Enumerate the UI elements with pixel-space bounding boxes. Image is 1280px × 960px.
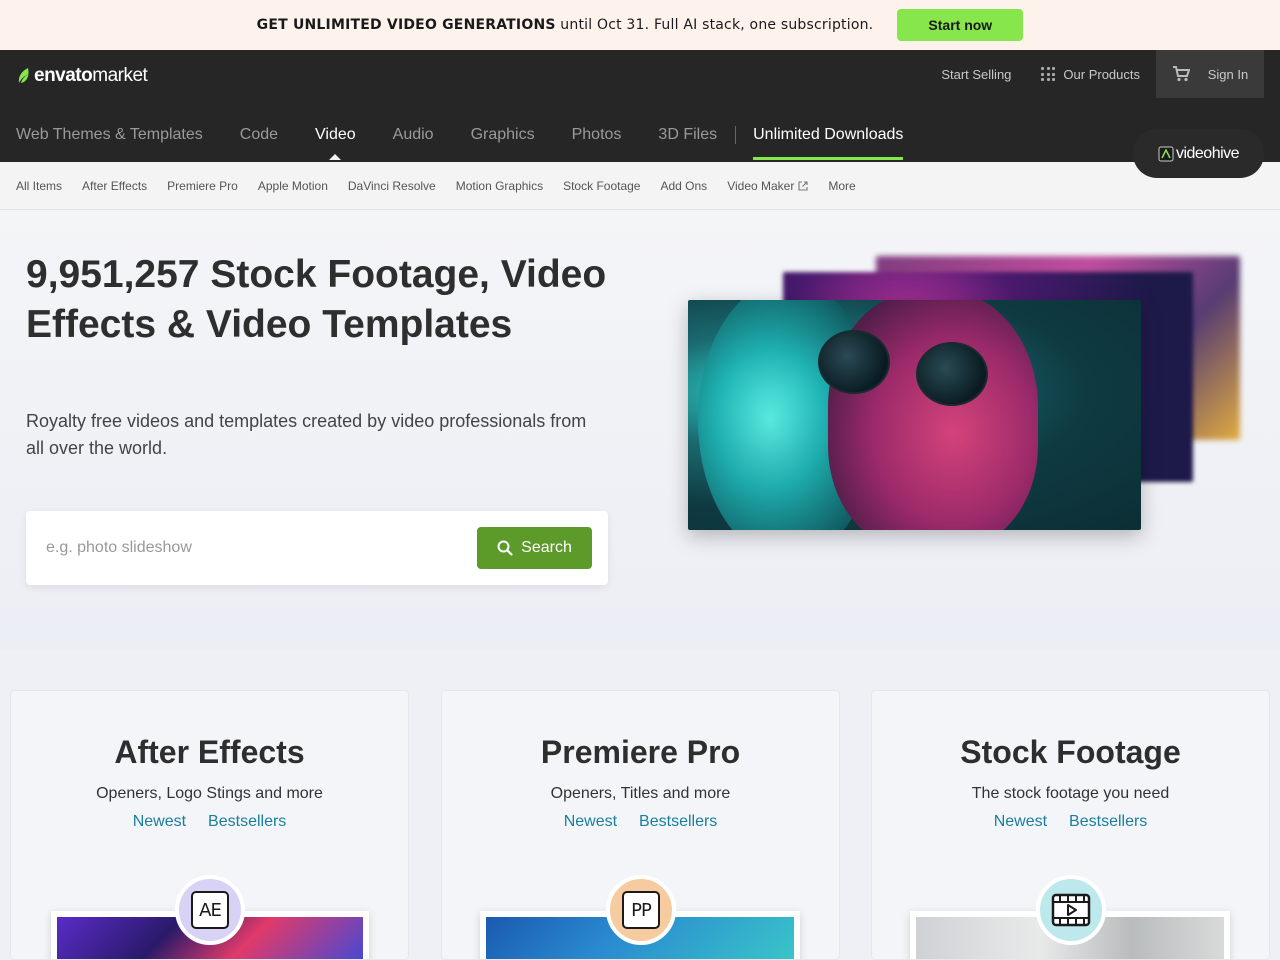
subnav-davinci-resolve[interactable]: DaVinci Resolve: [348, 179, 436, 193]
nav-divider: [735, 126, 737, 144]
grid-icon: [1041, 67, 1056, 81]
subnav-all-items[interactable]: All Items: [16, 179, 62, 193]
bestsellers-link[interactable]: Bestsellers: [208, 813, 286, 831]
card-subtitle: The stock footage you need: [971, 785, 1170, 802]
main-nav: Web Themes & Templates Code Video Audio …: [16, 112, 904, 160]
our-products-label: Our Products: [1063, 66, 1140, 82]
hero-image-front: [688, 300, 1141, 530]
card-title: Stock Footage: [960, 734, 1181, 770]
start-now-button[interactable]: Start now: [897, 9, 1024, 41]
nav-3d-files[interactable]: 3D Files: [658, 112, 717, 160]
hero-section: 9,951,257 Stock Footage, Video Effects &…: [0, 210, 1280, 650]
hero-title: 9,951,257 Stock Footage, Video Effects &…: [26, 253, 607, 346]
hero-image-sunglass-right: [916, 342, 988, 406]
ae-icon: AE: [191, 891, 229, 929]
film-play-icon: [1051, 893, 1091, 927]
promo-text: GET UNLIMITED VIDEO GENERATIONS until Oc…: [257, 17, 874, 33]
bestsellers-link[interactable]: Bestsellers: [639, 813, 717, 831]
card-links: Newest Bestsellers: [11, 813, 408, 831]
logo-light: market: [92, 65, 148, 86]
video-maker-label: Video Maker: [727, 178, 795, 193]
stock-footage-badge: [1036, 875, 1106, 945]
newest-link[interactable]: Newest: [564, 813, 617, 831]
subnav-after-effects[interactable]: After Effects: [82, 179, 147, 193]
top-links: Start Selling Our Products Sign In: [941, 50, 1264, 98]
card-title: After Effects: [114, 734, 305, 770]
nav-photos[interactable]: Photos: [572, 112, 622, 160]
card-title: Premiere Pro: [540, 734, 741, 770]
logo-bold: envato: [34, 65, 93, 86]
search-icon: [497, 540, 513, 556]
search-button-label: Search: [521, 539, 572, 556]
hero-subtitle: Royalty free videos and templates create…: [26, 411, 587, 458]
bestsellers-link[interactable]: Bestsellers: [1069, 813, 1147, 831]
card-links: Newest Bestsellers: [442, 813, 839, 831]
videohive-icon: [1158, 146, 1174, 161]
newest-link[interactable]: Newest: [994, 813, 1047, 831]
subnav-apple-motion[interactable]: Apple Motion: [258, 179, 328, 193]
cart-icon[interactable]: [1172, 66, 1190, 82]
external-link-icon: [798, 180, 808, 191]
our-products-button[interactable]: Our Products: [1041, 67, 1140, 82]
nav-graphics[interactable]: Graphics: [471, 112, 535, 160]
videohive-label: videohive: [1175, 144, 1240, 162]
nav-code[interactable]: Code: [240, 112, 278, 160]
subnav-premiere-pro[interactable]: Premiere Pro: [167, 179, 238, 193]
cart-signin-box: Sign In: [1156, 50, 1264, 98]
search-button[interactable]: Search: [477, 527, 592, 569]
subnav-stock-footage[interactable]: Stock Footage: [563, 179, 640, 193]
hero-image-sunglass-left: [818, 330, 890, 394]
leaf-icon: [18, 68, 29, 83]
subnav-add-ons[interactable]: Add Ons: [660, 179, 707, 193]
card-subtitle: Openers, Titles and more: [550, 785, 731, 802]
search-input[interactable]: [46, 533, 466, 563]
subnav-motion-graphics[interactable]: Motion Graphics: [456, 179, 543, 193]
nav-unlimited-downloads[interactable]: Unlimited Downloads: [753, 112, 904, 160]
after-effects-badge: AE: [175, 875, 245, 945]
newest-link[interactable]: Newest: [133, 813, 186, 831]
category-card-after-effects[interactable]: After Effects Openers, Logo Stings and m…: [10, 690, 409, 960]
category-card-stock-footage[interactable]: Stock Footage The stock footage you need…: [871, 690, 1270, 960]
card-links: Newest Bestsellers: [872, 813, 1269, 831]
logo-wordmark: envatomarket: [34, 65, 148, 87]
pp-icon: PP: [622, 891, 660, 929]
subnav-video-maker[interactable]: Video Maker: [727, 179, 808, 193]
nav-video[interactable]: Video: [315, 112, 356, 160]
search-box: Search: [26, 511, 608, 585]
category-card-premiere-pro[interactable]: Premiere Pro Openers, Titles and more Ne…: [441, 690, 840, 960]
envato-logo[interactable]: envatomarket: [16, 65, 148, 87]
nav-audio[interactable]: Audio: [393, 112, 434, 160]
promo-banner: GET UNLIMITED VIDEO GENERATIONS until Oc…: [0, 0, 1280, 50]
premiere-pro-badge: PP: [606, 875, 676, 945]
sub-nav: All Items After Effects Premiere Pro App…: [0, 162, 1280, 210]
card-subtitle: Openers, Logo Stings and more: [96, 785, 323, 802]
site-header: envatomarket Start Selling Our Products …: [0, 50, 1280, 162]
subnav-more[interactable]: More: [828, 179, 855, 193]
nav-web-themes[interactable]: Web Themes & Templates: [16, 112, 203, 160]
start-selling-link[interactable]: Start Selling: [941, 67, 1011, 82]
sign-in-link[interactable]: Sign In: [1208, 67, 1248, 82]
videohive-badge[interactable]: videohive: [1133, 129, 1264, 178]
promo-bold: GET UNLIMITED VIDEO GENERATIONS: [256, 17, 556, 33]
promo-detail: until Oct 31. Full AI stack, one subscri…: [555, 17, 874, 33]
